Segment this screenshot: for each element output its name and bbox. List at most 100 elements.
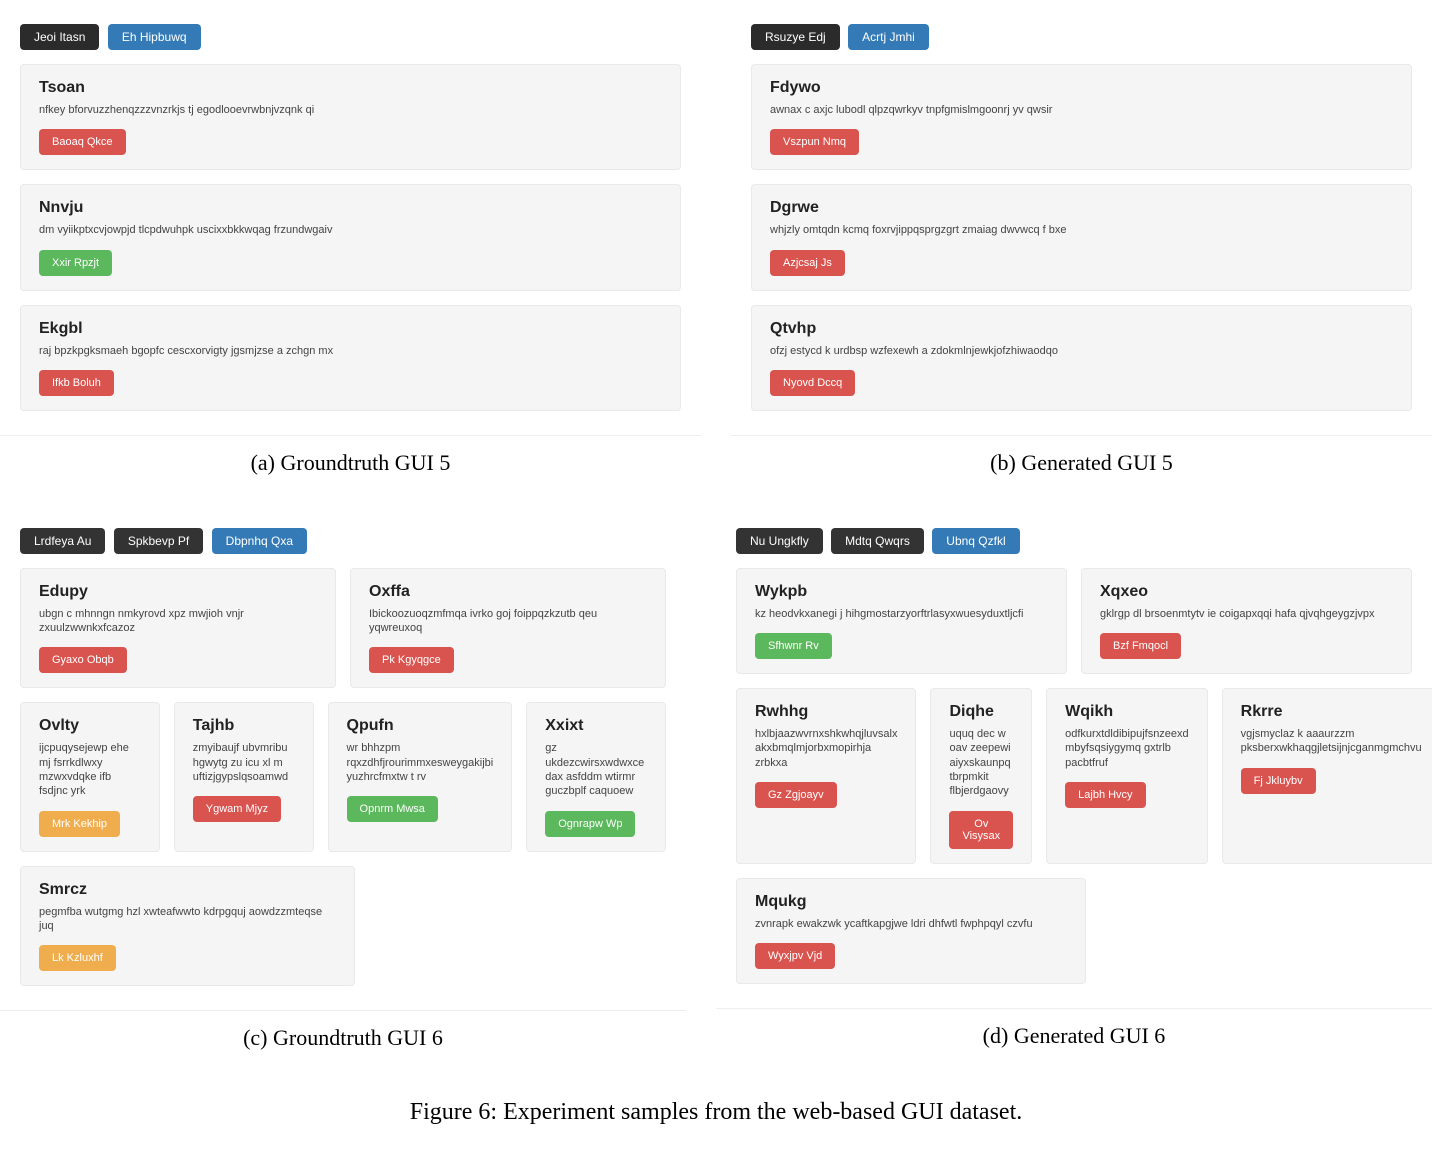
subcaption-d: (d) Generated GUI 6 — [716, 1023, 1432, 1049]
card-text: uquq dec w oav zeepewi aiyxskaunpq tbrpm… — [949, 727, 1013, 798]
subcaption-a: (a) Groundtruth GUI 5 — [0, 450, 701, 476]
card-nnvju: Nnvju dm vyiikptxcvjowpjd tlcpdwuhpk usc… — [20, 184, 681, 290]
card-text: raj bpzkpgksmaeh bgopfc cescxorvigty jgs… — [39, 344, 662, 358]
card-title: Oxffa — [369, 583, 647, 601]
card-ekgbl: Ekgbl raj bpzkpgksmaeh bgopfc cescxorvig… — [20, 305, 681, 411]
card-diqhe: Diqhe uquq dec w oav zeepewi aiyxskaunpq… — [930, 688, 1032, 863]
card-title: Tajhb — [193, 717, 295, 735]
card-title: Mqukg — [755, 893, 1067, 911]
nav-button-1[interactable]: Rsuzye Edj — [751, 24, 840, 50]
card-qtvhp: Qtvhp ofzj estycd k urdbsp wzfexewh a zd… — [751, 305, 1412, 411]
card-button[interactable]: Gyaxo Obqb — [39, 647, 127, 673]
card-button[interactable]: Nyovd Dccq — [770, 370, 855, 396]
card-qpufn: Qpufn wr bhhzpm rqxzdhfjrourimmxesweygak… — [328, 702, 513, 851]
card-button[interactable]: Mrk Kekhip — [39, 811, 120, 837]
nav-row: Rsuzye Edj Acrtj Jmhi — [751, 24, 1412, 50]
figure-caption: Figure 6: Experiment samples from the we… — [0, 1099, 1432, 1126]
card-text: gklrgp dl brsoenmtytv ie coigapxqqi hafa… — [1100, 607, 1393, 621]
panel-groundtruth-gui-6: Lrdfeya Au Spkbevp Pf Dbpnhq Qxa Edupy u… — [0, 514, 686, 1079]
card-title: Edupy — [39, 583, 317, 601]
card-rkrre: Rkrre vgjsmyclaz k aaaurzzm pksberxwkhaq… — [1222, 688, 1432, 863]
nav-row: Jeoi Itasn Eh Hipbuwq — [20, 24, 681, 50]
card-tajhb: Tajhb zmyibaujf ubvmribu hgwytg zu icu x… — [174, 702, 314, 851]
card-title: Xqxeo — [1100, 583, 1393, 601]
card-text: zvnrapk ewakzwk ycaftkapgjwe ldri dhfwtl… — [755, 917, 1067, 931]
card-text: gz ukdezcwirsxwdwxce dax asfddm wtirmr g… — [545, 741, 647, 798]
card-text: vgjsmyclaz k aaaurzzm pksberxwkhaqgjlets… — [1241, 727, 1422, 756]
nav-button-2[interactable]: Mdtq Qwqrs — [831, 528, 924, 554]
card-title: Rwhhg — [755, 703, 897, 721]
card-dgrwe: Dgrwe whjzly omtqdn kcmq foxrvjippqsprgz… — [751, 184, 1412, 290]
card-button[interactable]: Pk Kgyqgce — [369, 647, 454, 673]
card-text: whjzly omtqdn kcmq foxrvjippqsprgzgrt zm… — [770, 223, 1393, 237]
card-button[interactable]: Baoaq Qkce — [39, 129, 126, 155]
card-button[interactable]: Sfhwnr Rv — [755, 633, 832, 659]
subcaption-b: (b) Generated GUI 5 — [731, 450, 1432, 476]
card-title: Ovlty — [39, 717, 141, 735]
card-text: odfkurxtdldibipujfsnzeexd mbyfsqsiygymq … — [1065, 727, 1189, 770]
card-title: Qpufn — [347, 717, 494, 735]
card-text: kz heodvkxanegi j hihgmostarzyorftrlasyx… — [755, 607, 1048, 621]
panel-generated-gui-5: Rsuzye Edj Acrtj Jmhi Fdywo awnax c axjc… — [731, 10, 1432, 504]
card-text: Ibickoozuoqzmfmqa ivrko goj foippqzkzutb… — [369, 607, 647, 636]
card-button[interactable]: Vszpun Nmq — [770, 129, 859, 155]
card-text: pegmfba wutgmg hzl xwteafwwto kdrpgquj a… — [39, 905, 336, 934]
nav-button-2[interactable]: Eh Hipbuwq — [108, 24, 201, 50]
card-oxffa: Oxffa Ibickoozuoqzmfmqa ivrko goj foippq… — [350, 568, 666, 689]
card-title: Dgrwe — [770, 199, 1393, 217]
nav-row: Lrdfeya Au Spkbevp Pf Dbpnhq Qxa — [20, 528, 666, 554]
card-wqikh: Wqikh odfkurxtdldibipujfsnzeexd mbyfsqsi… — [1046, 688, 1208, 863]
card-title: Qtvhp — [770, 320, 1393, 338]
card-title: Rkrre — [1241, 703, 1422, 721]
card-smrcz: Smrcz pegmfba wutgmg hzl xwteafwwto kdrp… — [20, 866, 355, 987]
card-button[interactable]: Xxir Rpzjt — [39, 250, 112, 276]
card-xxixt: Xxixt gz ukdezcwirsxwdwxce dax asfddm wt… — [526, 702, 666, 851]
card-button[interactable]: Fj Jkluybv — [1241, 768, 1316, 794]
card-xqxeo: Xqxeo gklrgp dl brsoenmtytv ie coigapxqq… — [1081, 568, 1412, 674]
card-tsoan: Tsoan nfkey bforvuzzhenqzzzvnzrkjs tj eg… — [20, 64, 681, 170]
card-title: Smrcz — [39, 881, 336, 899]
nav-button-1[interactable]: Nu Ungkfly — [736, 528, 823, 554]
card-title: Nnvju — [39, 199, 662, 217]
card-button[interactable]: Ognrapw Wp — [545, 811, 635, 837]
card-text: ofzj estycd k urdbsp wzfexewh a zdokmlnj… — [770, 344, 1393, 358]
card-button[interactable]: Ygwam Mjyz — [193, 796, 281, 822]
card-text: ijcpuqysejewp ehe mj fsrrkdlwxy mzwxvdqk… — [39, 741, 141, 798]
subcaption-c: (c) Groundtruth GUI 6 — [0, 1025, 686, 1051]
card-text: hxlbjaazwvrnxshkwhqjluvsalx akxbmqlmjorb… — [755, 727, 897, 770]
card-button[interactable]: Ifkb Boluh — [39, 370, 114, 396]
card-title: Wqikh — [1065, 703, 1189, 721]
card-button[interactable]: Opnrm Mwsa — [347, 796, 438, 822]
card-title: Tsoan — [39, 79, 662, 97]
card-button[interactable]: Bzf Fmqocl — [1100, 633, 1181, 659]
card-text: awnax c axjc lubodl qlpzqwrkyv tnpfgmisl… — [770, 103, 1393, 117]
nav-button-1[interactable]: Lrdfeya Au — [20, 528, 105, 554]
card-button[interactable]: Lajbh Hvcy — [1065, 782, 1145, 808]
card-button[interactable]: Ov Visysax — [949, 811, 1013, 849]
card-title: Wykpb — [755, 583, 1048, 601]
card-button[interactable]: Gz Zgjoayv — [755, 782, 837, 808]
card-text: wr bhhzpm rqxzdhfjrourimmxesweygakijbi y… — [347, 741, 494, 784]
nav-button-3[interactable]: Ubnq Qzfkl — [932, 528, 1019, 554]
card-text: nfkey bforvuzzhenqzzzvnzrkjs tj egodlooe… — [39, 103, 662, 117]
card-button[interactable]: Lk Kzluxhf — [39, 945, 116, 971]
panel-groundtruth-gui-5: Jeoi Itasn Eh Hipbuwq Tsoan nfkey bforvu… — [0, 10, 701, 504]
card-title: Diqhe — [949, 703, 1013, 721]
card-mqukg: Mqukg zvnrapk ewakzwk ycaftkapgjwe ldri … — [736, 878, 1086, 984]
nav-row: Nu Ungkfly Mdtq Qwqrs Ubnq Qzfkl — [736, 528, 1412, 554]
card-button[interactable]: Azjcsaj Js — [770, 250, 845, 276]
card-title: Xxixt — [545, 717, 647, 735]
nav-button-2[interactable]: Spkbevp Pf — [114, 528, 203, 554]
card-rwhhg: Rwhhg hxlbjaazwvrnxshkwhqjluvsalx akxbmq… — [736, 688, 916, 863]
card-title: Ekgbl — [39, 320, 662, 338]
card-text: zmyibaujf ubvmribu hgwytg zu icu xl m uf… — [193, 741, 295, 784]
nav-button-3[interactable]: Dbpnhq Qxa — [212, 528, 307, 554]
nav-button-2[interactable]: Acrtj Jmhi — [848, 24, 929, 50]
card-fdywo: Fdywo awnax c axjc lubodl qlpzqwrkyv tnp… — [751, 64, 1412, 170]
panel-generated-gui-6: Nu Ungkfly Mdtq Qwqrs Ubnq Qzfkl Wykpb k… — [716, 514, 1432, 1079]
nav-button-1[interactable]: Jeoi Itasn — [20, 24, 99, 50]
card-edupy: Edupy ubgn c mhnngn nmkyrovd xpz mwjioh … — [20, 568, 336, 689]
card-title: Fdywo — [770, 79, 1393, 97]
card-text: dm vyiikptxcvjowpjd tlcpdwuhpk uscixxbkk… — [39, 223, 662, 237]
card-button[interactable]: Wyxjpv Vjd — [755, 943, 835, 969]
